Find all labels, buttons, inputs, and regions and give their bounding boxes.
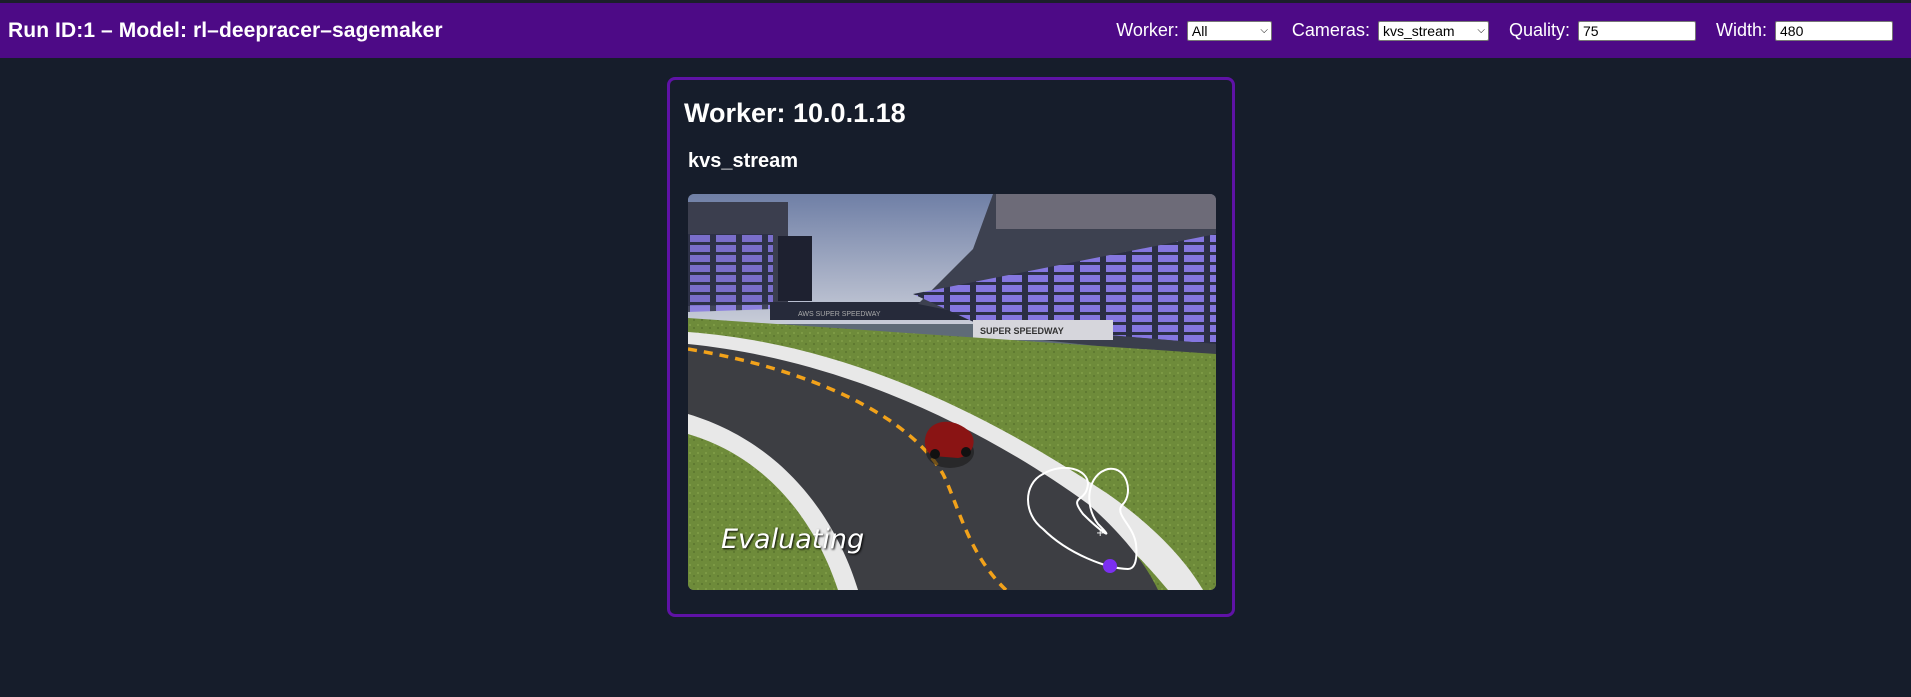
- worker-select[interactable]: All ⌵: [1186, 20, 1272, 41]
- chevron-down-icon: ⌵: [1477, 25, 1485, 36]
- signage-text: SUPER SPEEDWAY: [980, 326, 1064, 336]
- chevron-down-icon: ⌵: [1260, 25, 1268, 36]
- svg-text:+: +: [1096, 528, 1104, 539]
- top-bar: Run ID:1 – Model: rl–deepracer–sagemaker…: [0, 0, 1911, 58]
- camera-stream-image: SUPER SPEEDWAY AWS SUPER SPEEDWAY + Eval…: [688, 194, 1216, 590]
- controls-bar: Worker: All ⌵ Cameras: kvs_stream ⌵ Qual…: [1116, 20, 1893, 41]
- worker-select-value: All: [1191, 22, 1208, 39]
- status-overlay-text: Evaluating: [721, 524, 865, 555]
- camera-name: kvs_stream: [688, 150, 799, 172]
- cameras-select[interactable]: kvs_stream ⌵: [1377, 20, 1489, 41]
- page-title: Run ID:1 – Model: rl–deepracer–sagemaker: [8, 19, 443, 42]
- worker-card-title: Worker: 10.0.1.18: [684, 98, 906, 128]
- worker-label: Worker:: [1116, 20, 1179, 40]
- cameras-select-value: kvs_stream: [1382, 22, 1455, 39]
- width-input[interactable]: 480: [1775, 20, 1893, 41]
- signage-text: AWS SUPER SPEEDWAY: [798, 311, 881, 318]
- minimap-position-dot: [1103, 559, 1117, 573]
- width-label: Width:: [1715, 20, 1767, 40]
- cameras-label: Cameras:: [1291, 20, 1370, 40]
- quality-label: Quality:: [1508, 20, 1570, 40]
- worker-card: Worker: 10.0.1.18 kvs_stream SUPER SPEED…: [667, 77, 1235, 617]
- quality-input[interactable]: 75: [1577, 20, 1696, 41]
